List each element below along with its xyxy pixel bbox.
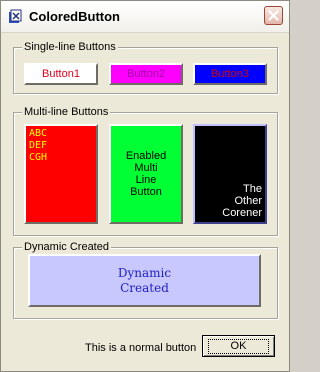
button1-label: Button1 <box>42 68 80 80</box>
abc-def-button-text: ABC DEF CGH <box>29 128 48 163</box>
enabled-multi-line-button[interactable]: Enabled Multi Line Button <box>109 124 183 224</box>
button3[interactable]: Button3 <box>193 63 267 85</box>
app-window: ColoredButton Single-line Buttons Button… <box>0 0 290 372</box>
abc-def-button[interactable]: ABC DEF CGH <box>24 124 98 224</box>
dynamic-created-button-text: Dynamic Created <box>117 265 172 295</box>
button2[interactable]: Button2 <box>109 63 183 85</box>
dynamic-created-button[interactable]: Dynamic Created <box>28 254 261 307</box>
other-corner-button-text: The Other Corener <box>222 183 262 219</box>
ok-button[interactable]: OK <box>202 335 275 357</box>
normal-button-caption: This is a normal button <box>85 342 197 354</box>
title-bar[interactable]: ColoredButton <box>1 1 289 33</box>
button1[interactable]: Button1 <box>24 63 98 85</box>
close-icon <box>268 10 279 21</box>
window-title: ColoredButton <box>29 9 120 24</box>
other-corner-button[interactable]: The Other Corener <box>193 124 267 224</box>
multi-line-group-label: Multi-line Buttons <box>22 105 111 119</box>
close-button[interactable] <box>264 6 283 25</box>
single-line-group-label: Single-line Buttons <box>22 40 118 54</box>
enabled-multi-line-button-text: Enabled Multi Line Button <box>125 150 167 198</box>
button2-label: Button2 <box>127 68 165 80</box>
app-icon <box>9 9 22 23</box>
dynamic-created-group-label: Dynamic Created <box>22 240 111 254</box>
ok-button-label: OK <box>207 338 270 354</box>
button3-label: Button3 <box>211 68 249 80</box>
